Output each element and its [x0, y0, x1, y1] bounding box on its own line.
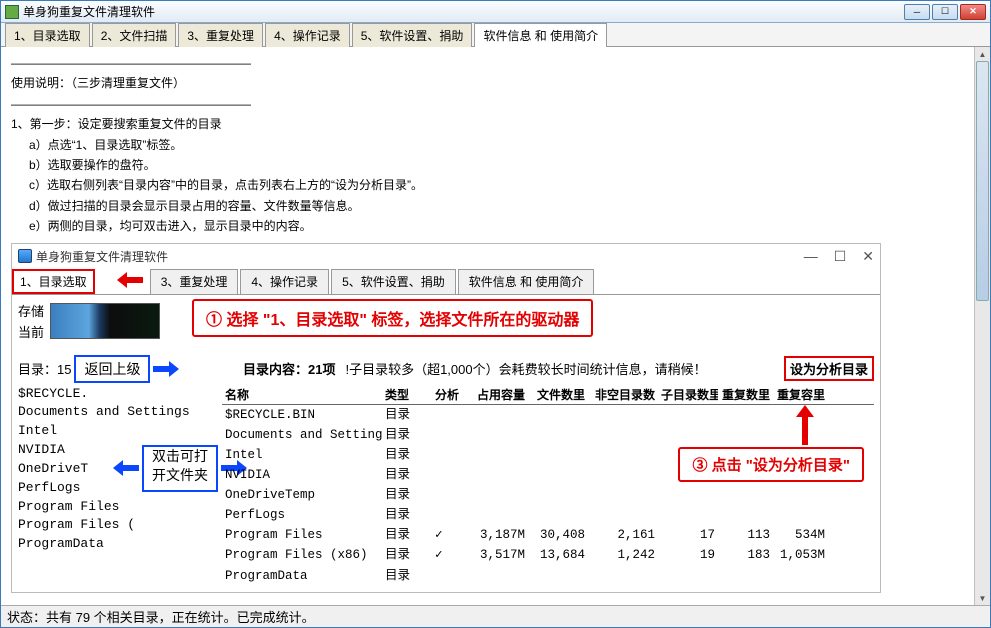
help-c: c）选取右侧列表“目录内容”中的目录，点击列表右上方的“设为分析目录”。 [11, 175, 980, 195]
help-step1: 1、第一步：设定要搜索重复文件的目录 [11, 114, 980, 134]
inner-tab-dir-select: 1、目录选取 [12, 269, 95, 294]
hdr-dup-size: 重复容里 [773, 385, 828, 404]
storage-label: 存储 [18, 301, 44, 320]
hdr-size: 占用容量 [468, 385, 528, 404]
inner-tab-log: 4、操作记录 [240, 269, 329, 294]
red-arrow-up-icon [796, 405, 814, 445]
help-e: e）两侧的目录，均可双击进入，显示目录中的内容。 [11, 216, 980, 236]
hdr-name: 名称 [222, 385, 382, 404]
inner-tabs: 1、目录选取 3、重复处理 4、操作记录 5、软件设置、捐助 软件信息 和 使用… [12, 269, 880, 295]
red-arrow-icon [117, 270, 149, 288]
statusbar: 状态：共有 79 个相关目录，正在统计。已完成统计。 [1, 605, 990, 627]
left-list-item: Documents and Settings [18, 403, 218, 422]
tab-dup-process[interactable]: 3、重复处理 [178, 23, 263, 47]
help-a: a）点选“1、目录选取”标签。 [11, 135, 980, 155]
inner-minimize-icon: — [804, 248, 818, 264]
left-list-item: Program Files [18, 498, 218, 517]
inner-titlebar: 单身狗重复文件清理软件 — ☐ ✕ [12, 244, 880, 269]
left-list-item: Intel [18, 422, 218, 441]
content-area: ▲ ▼ ———————————————————— 使用说明：（三步清理重复文件）… [1, 47, 990, 605]
table-row: PerfLogs目录 [222, 505, 874, 525]
app-window: 单身狗重复文件清理软件 ─ ☐ ✕ 1、目录选取 2、文件扫描 3、重复处理 4… [0, 0, 991, 628]
inner-maximize-icon: ☐ [834, 248, 847, 265]
scrollbar[interactable]: ▲ ▼ [974, 47, 990, 605]
hdr-type: 类型 [382, 385, 432, 404]
callout-step1: ① 选择 "1、目录选取" 标签，选择文件所在的驱动器 [192, 299, 593, 337]
titlebar[interactable]: 单身狗重复文件清理软件 ─ ☐ ✕ [1, 1, 990, 23]
window-title: 单身狗重复文件清理软件 [23, 3, 904, 20]
minimize-button[interactable]: ─ [904, 4, 930, 20]
table-row: Program Files目录✓3,187M30,4082,1611711353… [222, 525, 874, 545]
tab-file-scan[interactable]: 2、文件扫描 [92, 23, 177, 47]
dir-content-label: 目录内容：21项 [243, 359, 335, 378]
app-icon [5, 5, 19, 19]
table-row: ProgramData目录 [222, 566, 874, 586]
close-button[interactable]: ✕ [960, 4, 986, 20]
double-click-hint: 双击可打 开文件夹 [142, 445, 218, 492]
dir-count-label: 目录：15 [18, 359, 71, 378]
table-row: Documents and Settings目录 [222, 425, 874, 445]
tab-operation-log[interactable]: 4、操作记录 [265, 23, 350, 47]
left-dir-list: $RECYCLE.Documents and SettingsIntelNVID… [18, 385, 218, 555]
back-up-button: 返回上级 [74, 355, 150, 383]
inner-close-icon: ✕ [862, 248, 874, 265]
scroll-thumb[interactable] [976, 61, 989, 301]
tab-info-help[interactable]: 软件信息 和 使用简介 [474, 23, 607, 47]
set-analysis-dir-button: 设为分析目录 [784, 356, 874, 381]
status-text: 状态：共有 79 个相关目录，正在统计。已完成统计。 [7, 607, 315, 626]
help-b: b）选取要操作的盘符。 [11, 155, 980, 175]
outer-tabs: 1、目录选取 2、文件扫描 3、重复处理 4、操作记录 5、软件设置、捐助 软件… [1, 23, 990, 47]
help-intro: 使用说明：（三步清理重复文件） [11, 73, 980, 93]
inner-tab-info: 软件信息 和 使用简介 [458, 269, 595, 294]
tab-settings-donate[interactable]: 5、软件设置、捐助 [352, 23, 473, 47]
hdr-dup-count: 重复数里 [718, 385, 773, 404]
callout-step3: ③ 点击 "设为分析目录" [678, 447, 864, 482]
hdr-nonempty-dirs: 非空目录数 [588, 385, 658, 404]
left-list-item: Program Files ( [18, 516, 218, 535]
inner-tab-dup: 3、重复处理 [150, 269, 239, 294]
hdr-subdirs: 子目录数里 [658, 385, 718, 404]
inner-app-icon [18, 249, 32, 263]
inner-screenshot: 单身狗重复文件清理软件 — ☐ ✕ 1、目录选取 3、重复处理 4、操作记录 5… [11, 243, 881, 593]
table-row: OneDriveTemp目录 [222, 485, 874, 505]
left-list-item: ProgramData [18, 535, 218, 554]
blue-arrow-left-icon [113, 459, 139, 477]
left-list-item: $RECYCLE. [18, 385, 218, 404]
scroll-up-icon[interactable]: ▲ [975, 47, 990, 61]
help-d: d）做过扫描的目录会显示目录占用的容量、文件数量等信息。 [11, 196, 980, 216]
help-dashes2: ———————————————————— [11, 94, 980, 114]
tab-dir-select[interactable]: 1、目录选取 [5, 23, 90, 47]
hdr-analysis: 分析 [432, 385, 468, 404]
drive-graphic [50, 303, 160, 339]
maximize-button[interactable]: ☐ [932, 4, 958, 20]
scroll-down-icon[interactable]: ▼ [975, 591, 990, 605]
dir-content-warning: !子目录较多（超1,000个）会耗费较长时间统计信息，请稍候！ [345, 359, 706, 378]
right-table: 名称 类型 分析 占用容量 文件数里 非空目录数 子目录数里 重复数里 重复容里… [222, 385, 874, 586]
table-row: $RECYCLE.BIN目录 [222, 405, 874, 425]
inner-title: 单身狗重复文件清理软件 [36, 248, 804, 265]
current-label: 当前 [18, 322, 44, 341]
hdr-files: 文件数里 [528, 385, 588, 404]
inner-tab-settings: 5、软件设置、捐助 [331, 269, 456, 294]
help-dashes: ———————————————————— [11, 53, 980, 73]
blue-arrow-right-icon [153, 360, 179, 378]
table-row: Program Files (x86)目录✓3,517M13,6841,2421… [222, 545, 874, 565]
